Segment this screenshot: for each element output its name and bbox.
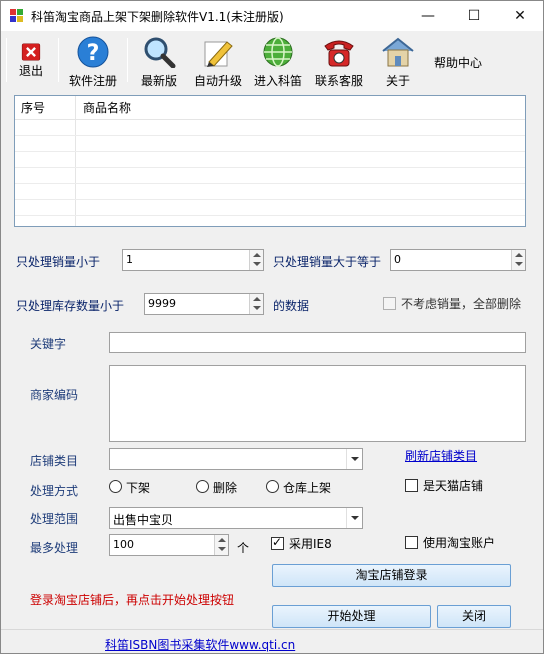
pencil-icon xyxy=(204,41,233,67)
refresh-category-link[interactable]: 刷新店铺类目 xyxy=(405,447,477,464)
sales-gte-value: 0 xyxy=(394,253,401,266)
about-label: 关于 xyxy=(385,74,410,88)
toolbar: 退出 ? 软件注册 最新版 自动升级 进入科笛 联系客服 关于 帮助中心 xyxy=(1,32,543,90)
tmall-checkbox[interactable] xyxy=(405,479,418,492)
ignore-sales-label: 不考虑销量，全部删除 xyxy=(401,297,522,311)
exit-label: 退出 xyxy=(18,64,43,78)
keyword-input[interactable] xyxy=(109,332,526,353)
magnifier-icon xyxy=(144,37,176,68)
tmall-label: 是天猫店铺 xyxy=(423,479,484,493)
use-taobao-checkbox[interactable] xyxy=(405,536,418,549)
list-row xyxy=(15,168,525,184)
max-stepper[interactable]: 100 xyxy=(109,534,229,556)
status-bar: 科笛ISBN图书采集软件www.qti.cn xyxy=(1,629,543,653)
close-button[interactable]: 关闭 xyxy=(437,605,511,628)
stock-suffix-label: 的数据 xyxy=(273,299,310,313)
sales-lt-value: 1 xyxy=(126,253,133,266)
close-window-button[interactable]: ✕ xyxy=(497,1,543,31)
method-option-offshelf: 下架 xyxy=(126,481,151,495)
max-unit-label: 个 xyxy=(237,541,250,555)
stock-lt-spin-arrows[interactable] xyxy=(249,294,263,314)
list-header: 序号 商品名称 xyxy=(15,96,525,120)
merchant-code-textarea[interactable] xyxy=(109,365,526,442)
contact-support-label: 联系客服 xyxy=(314,74,363,88)
latest-version-button[interactable]: 最新版 xyxy=(133,36,185,90)
help-icon: ? xyxy=(77,36,109,68)
list-row xyxy=(15,152,525,168)
help-center-link[interactable]: 帮助中心 xyxy=(434,54,482,71)
auto-upgrade-button[interactable]: 自动升级 xyxy=(190,36,246,90)
status-link[interactable]: 科笛ISBN图书采集软件www.qti.cn xyxy=(105,636,295,653)
use-ie8-checkbox[interactable]: ✓ xyxy=(271,535,284,550)
method-radio-warehouse[interactable] xyxy=(266,480,279,493)
method-radio-delete[interactable] xyxy=(196,480,209,493)
telephone-icon xyxy=(324,40,354,67)
app-icon xyxy=(10,9,24,23)
scope-value: 出售中宝贝 xyxy=(113,513,174,527)
max-spin-arrows[interactable] xyxy=(214,535,228,555)
list-row xyxy=(15,184,525,200)
minimize-button[interactable]: — xyxy=(405,1,451,31)
sales-gte-label: 只处理销量大于等于 xyxy=(273,255,382,269)
main-window: 科笛淘宝商品上架下架删除软件V1.1(未注册版) — ☐ ✕ 退出 ? 软件注册 xyxy=(0,0,544,654)
method-label: 处理方式 xyxy=(30,484,79,498)
house-icon xyxy=(382,37,414,67)
list-row xyxy=(15,120,525,136)
svg-text:?: ? xyxy=(87,41,100,66)
exit-icon xyxy=(21,43,41,61)
stock-lt-stepper[interactable]: 9999 xyxy=(144,293,264,315)
sales-gte-stepper[interactable]: 0 xyxy=(390,249,526,271)
toolbar-grip xyxy=(6,38,7,82)
product-list[interactable]: 序号 商品名称 xyxy=(14,95,526,227)
about-button[interactable]: 关于 xyxy=(373,36,423,90)
method-option-delete: 删除 xyxy=(213,481,238,495)
sales-lt-stepper[interactable]: 1 xyxy=(122,249,264,271)
taobao-login-button[interactable]: 淘宝店铺登录 xyxy=(272,564,511,587)
max-value: 100 xyxy=(113,538,134,551)
max-label: 最多处理 xyxy=(30,541,79,555)
window-title: 科笛淘宝商品上架下架删除软件V1.1(未注册版) xyxy=(31,10,284,24)
use-ie8-label: 采用IE8 xyxy=(289,537,332,551)
exit-button[interactable]: 退出 xyxy=(11,36,51,90)
latest-version-label: 最新版 xyxy=(140,74,177,88)
keyword-label: 关键字 xyxy=(30,337,67,351)
toolbar-separator xyxy=(58,38,59,82)
contact-support-button[interactable]: 联系客服 xyxy=(311,36,367,90)
stock-lt-label: 只处理库存数量小于 xyxy=(16,299,125,313)
column-header-index[interactable]: 序号 xyxy=(15,96,75,120)
maximize-button[interactable]: ☐ xyxy=(451,1,497,31)
login-hint: 登录淘宝店铺后，再点击开始处理按钮 xyxy=(30,593,235,607)
sales-gte-spin-arrows[interactable] xyxy=(511,250,525,270)
category-label: 店铺类目 xyxy=(30,454,79,468)
method-option-warehouse: 仓库上架 xyxy=(283,481,332,495)
scope-select[interactable]: 出售中宝贝 xyxy=(109,507,363,529)
category-select[interactable] xyxy=(109,448,363,470)
register-label: 软件注册 xyxy=(68,74,117,88)
method-radio-offshelf[interactable] xyxy=(109,480,122,493)
scope-label: 处理范围 xyxy=(30,512,79,526)
use-taobao-label: 使用淘宝账户 xyxy=(423,536,496,550)
register-button[interactable]: ? 软件注册 xyxy=(64,36,122,90)
sales-lt-label: 只处理销量小于 xyxy=(16,255,101,269)
toolbar-separator xyxy=(127,38,128,82)
checkmark-icon: ✓ xyxy=(272,535,283,549)
enter-kedi-label: 进入科笛 xyxy=(253,74,302,88)
sales-lt-spin-arrows[interactable] xyxy=(249,250,263,270)
start-button[interactable]: 开始处理 xyxy=(272,605,431,628)
column-header-name[interactable]: 商品名称 xyxy=(77,96,377,120)
enter-kedi-button[interactable]: 进入科笛 xyxy=(250,36,306,90)
title-bar: 科笛淘宝商品上架下架删除软件V1.1(未注册版) — ☐ ✕ xyxy=(1,1,543,31)
globe-icon xyxy=(263,37,293,67)
chevron-down-icon[interactable] xyxy=(346,449,362,469)
chevron-down-icon[interactable] xyxy=(346,508,362,528)
stock-lt-value: 9999 xyxy=(148,297,176,310)
ignore-sales-checkbox[interactable] xyxy=(383,297,396,310)
list-row xyxy=(15,200,525,216)
list-row xyxy=(15,136,525,152)
merchant-code-label: 商家编码 xyxy=(30,388,79,402)
auto-upgrade-label: 自动升级 xyxy=(193,74,242,88)
